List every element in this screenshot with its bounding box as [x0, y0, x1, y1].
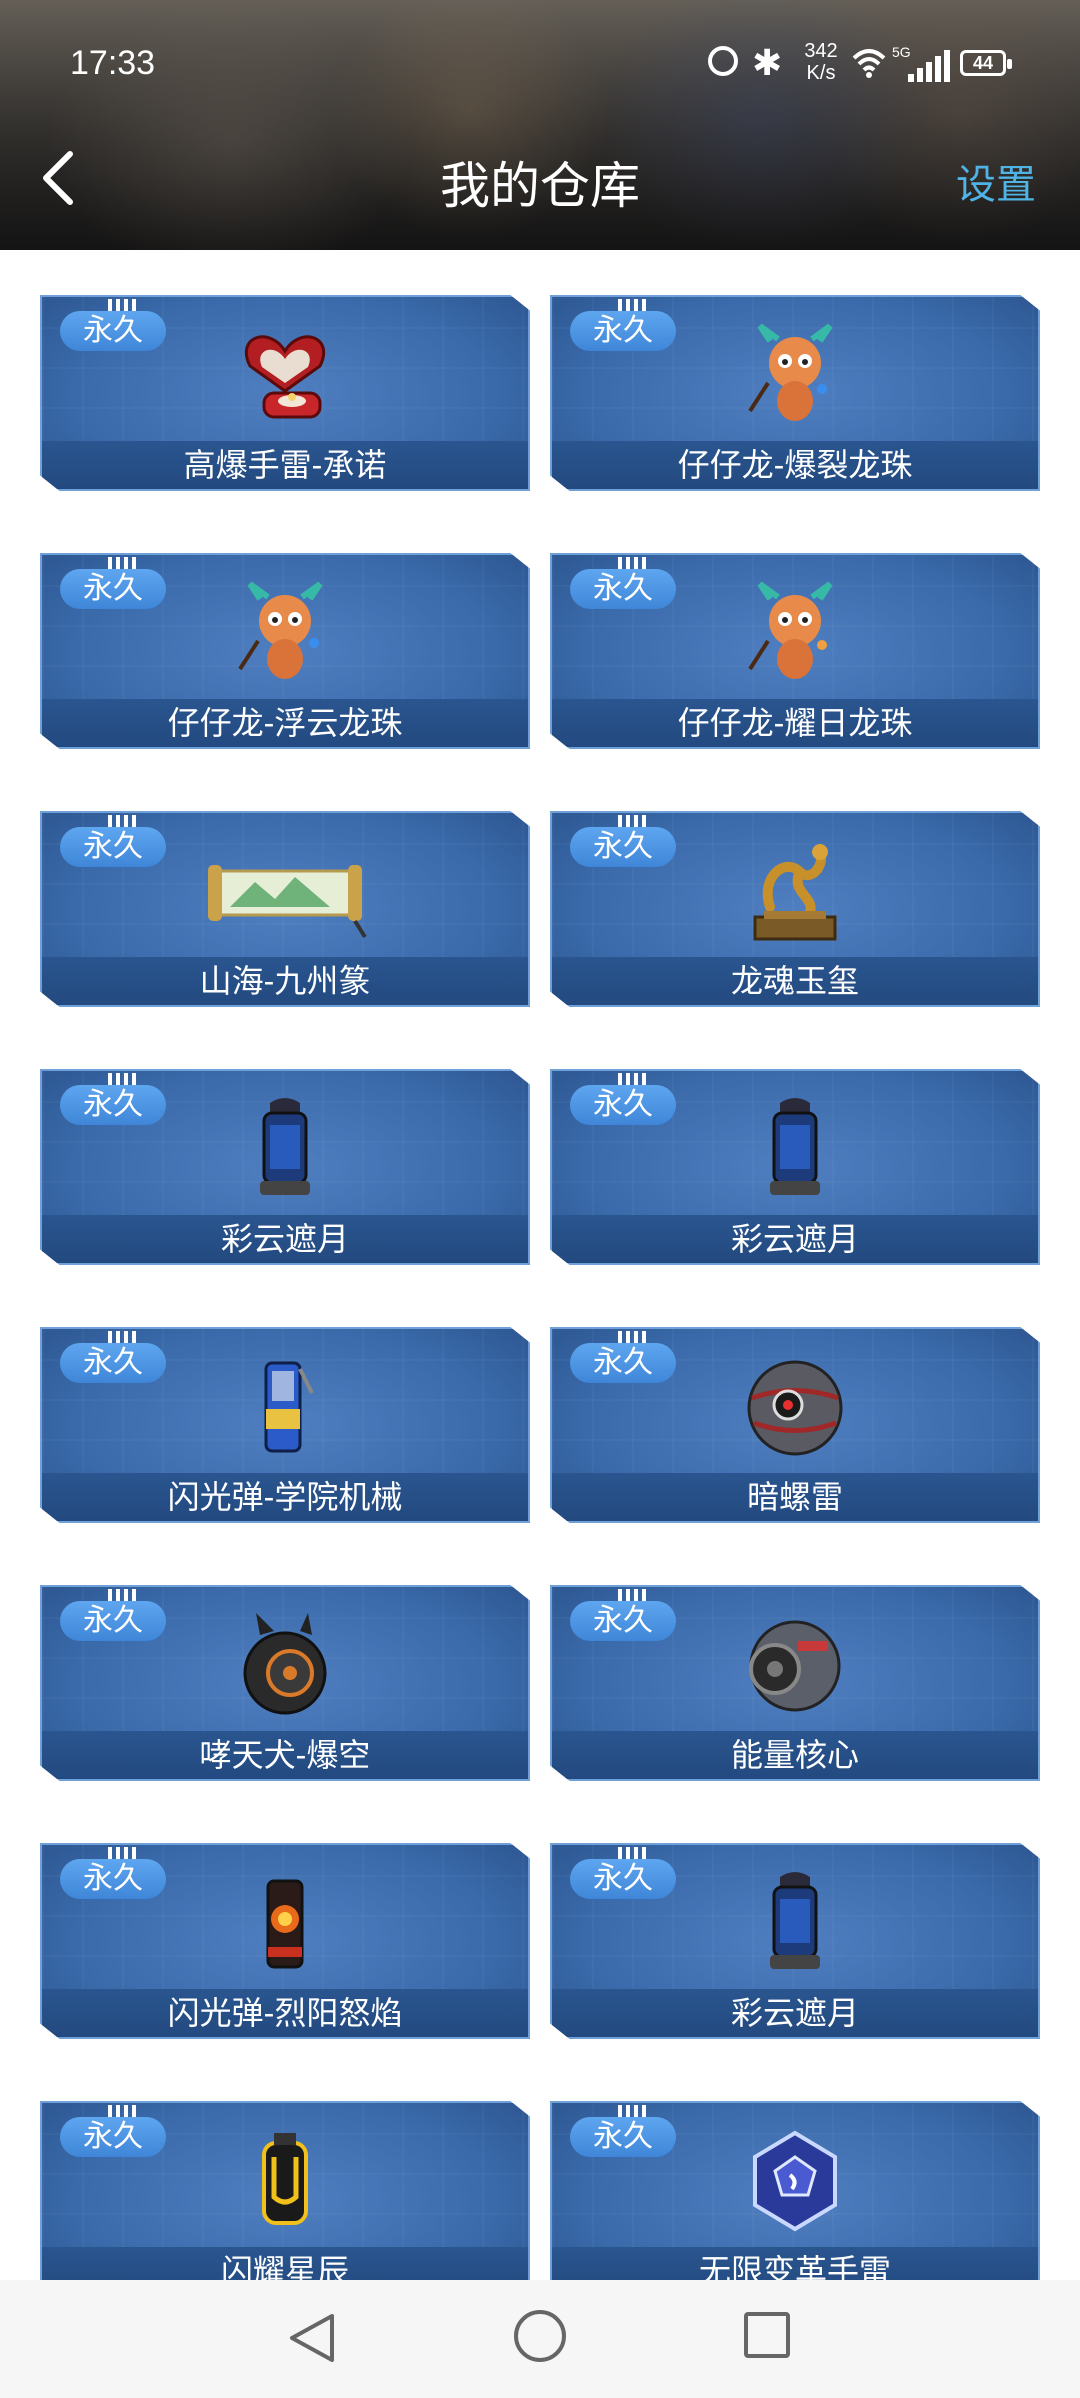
- page-title: 我的仓库: [440, 158, 640, 214]
- dog-wheel-icon: [243, 1613, 327, 1715]
- permanent-badge: 永久: [570, 311, 676, 351]
- nav-recent-apps-icon[interactable]: [744, 2312, 790, 2358]
- permanent-badge: 永久: [60, 569, 166, 609]
- permanent-badge: 永久: [570, 1343, 676, 1383]
- inventory-item[interactable]: 永久 暗螺雷: [550, 1327, 1040, 1523]
- permanent-badge: 永久: [570, 569, 676, 609]
- permanent-badge: 永久: [60, 1601, 166, 1641]
- inventory-item[interactable]: 永久 彩云遮月: [40, 1069, 530, 1265]
- inventory-item[interactable]: 永久 能量核心: [550, 1585, 1040, 1781]
- dodecahedron-grenade-icon: [753, 2130, 837, 2232]
- item-name: 仔仔龙-耀日龙珠: [677, 705, 913, 741]
- permanent-badge: 永久: [570, 827, 676, 867]
- status-icons: ✱ 342 K/s 5G 44: [708, 40, 1038, 92]
- network-speed: 342 K/s: [794, 40, 848, 84]
- inventory-item[interactable]: 永久 高爆手雷-承诺: [40, 295, 530, 491]
- nav-back-icon[interactable]: [284, 2310, 340, 2366]
- inventory-item[interactable]: 永久 龙魂玉玺: [550, 811, 1040, 1007]
- top-nav: 我的仓库 设置: [0, 130, 1080, 230]
- permanent-badge: 永久: [60, 1343, 166, 1383]
- dragon-mascot-icon: [748, 581, 833, 679]
- permanent-badge: 永久: [60, 827, 166, 867]
- inventory-item[interactable]: 永久 闪耀星辰: [40, 2101, 530, 2297]
- item-name: 仔仔龙-爆裂龙珠: [677, 447, 913, 483]
- flame-flashbang-icon: [266, 1879, 304, 1969]
- inventory-item[interactable]: 永久 彩云遮月: [550, 1843, 1040, 2039]
- nav-home-icon[interactable]: [514, 2310, 566, 2362]
- inventory-item[interactable]: 永久 仔仔龙-爆裂龙珠: [550, 295, 1040, 491]
- item-name: 能量核心: [730, 1737, 859, 1773]
- item-name: 暗螺雷: [746, 1479, 843, 1515]
- dragon-mascot-icon: [748, 323, 833, 421]
- item-name: 山海-九州篆: [199, 963, 371, 999]
- item-name: 彩云遮月: [730, 1221, 859, 1257]
- permanent-badge: 永久: [60, 1085, 166, 1125]
- flashbang-can-icon: [264, 1361, 314, 1453]
- item-name: 闪光弹-烈阳怒焰: [167, 1995, 403, 2031]
- item-name: 闪光弹-学院机械: [167, 1479, 403, 1515]
- inventory-item[interactable]: 永久 哮天犬-爆空: [40, 1585, 530, 1781]
- permanent-badge: 永久: [570, 1085, 676, 1125]
- battery-icon: 44: [960, 50, 1012, 76]
- permanent-badge: 永久: [570, 1859, 676, 1899]
- settings-button[interactable]: 设置: [956, 152, 1036, 210]
- permanent-badge: 永久: [570, 1601, 676, 1641]
- permanent-badge: 永久: [60, 2117, 166, 2157]
- energy-core-icon: [749, 1620, 841, 1712]
- inventory-item[interactable]: 永久 闪光弹-烈阳怒焰: [40, 1843, 530, 2039]
- item-name: 仔仔龙-浮云龙珠: [167, 705, 403, 741]
- scroll-icon: [208, 865, 367, 939]
- item-name: 彩云遮月: [220, 1221, 349, 1257]
- system-nav-bar: [0, 2280, 1080, 2398]
- permanent-badge: 永久: [60, 311, 166, 351]
- bluetooth-icon: ✱: [752, 42, 783, 83]
- wifi-icon: [852, 49, 886, 78]
- inventory-item[interactable]: 永久 仔仔龙-浮云龙珠: [40, 553, 530, 749]
- item-name: 高爆手雷-承诺: [183, 447, 387, 483]
- item-name: 龙魂玉玺: [730, 963, 859, 999]
- item-name: 哮天犬-爆空: [199, 1737, 371, 1773]
- item-name: 彩云遮月: [730, 1995, 859, 2031]
- network-speed-unit: K/s: [806, 62, 836, 84]
- network-speed-value: 342: [804, 40, 838, 62]
- permanent-badge: 永久: [570, 2117, 676, 2157]
- sphere-mine-icon: [747, 1360, 843, 1456]
- inventory-grid: 永久 高爆手雷-承诺 永久 仔仔龙-爆裂龙珠 永久 仔仔龙-浮云龙珠 永久 仔仔…: [40, 295, 1040, 2297]
- inventory-item[interactable]: 永久 仔仔龙-耀日龙珠: [550, 553, 1040, 749]
- status-bar: 17:33 ✱ 342 K/s 5G 44: [0, 0, 1080, 120]
- cell-signal-icon: [908, 50, 950, 82]
- header-banner: 17:33 ✱ 342 K/s 5G 44 我的仓库 设置: [0, 0, 1080, 250]
- inventory-item[interactable]: 永久 闪光弹-学院机械: [40, 1327, 530, 1523]
- inventory-item[interactable]: 永久 彩云遮月: [550, 1069, 1040, 1265]
- alarm-icon: [708, 46, 738, 76]
- inventory-item[interactable]: 永久 山海-九州篆: [40, 811, 530, 1007]
- dragon-mascot-icon: [238, 581, 323, 679]
- permanent-badge: 永久: [60, 1859, 166, 1899]
- star-grenade-icon: [262, 2133, 308, 2225]
- canister-grenade-icon: [770, 1872, 820, 1969]
- canister-grenade-icon: [260, 1098, 310, 1195]
- canister-grenade-icon: [770, 1098, 820, 1195]
- heart-ring-box-icon: [244, 335, 326, 419]
- golden-dragon-seal-icon: [753, 844, 837, 941]
- inventory-item[interactable]: 永久 无限变革手雷: [550, 2101, 1040, 2297]
- status-time: 17:33: [70, 44, 156, 82]
